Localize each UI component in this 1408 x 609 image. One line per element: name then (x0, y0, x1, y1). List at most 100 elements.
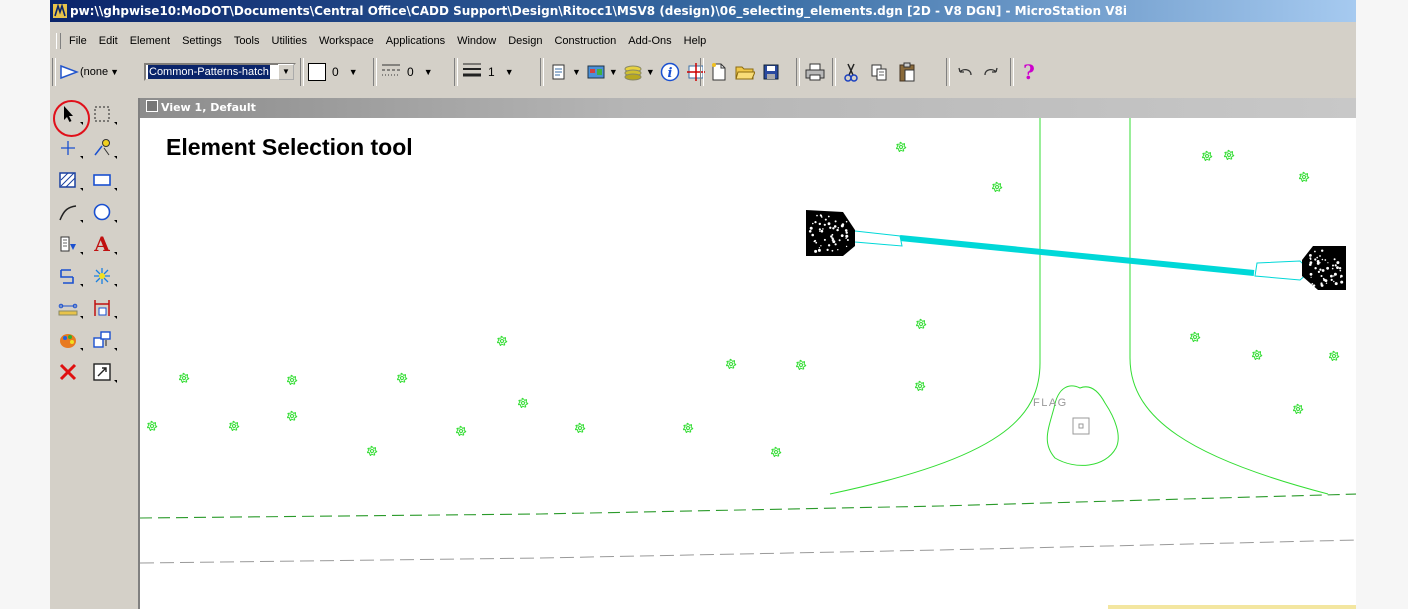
boulder-speck (834, 226, 837, 228)
menu-file[interactable]: File (68, 30, 88, 52)
symbology-icon[interactable] (55, 327, 83, 353)
menu-workspace[interactable]: Workspace (318, 30, 375, 52)
boulder-speck (1321, 258, 1324, 261)
print-icon[interactable] (804, 61, 826, 83)
measure-icon[interactable] (89, 135, 117, 161)
fence-icon[interactable] (89, 101, 117, 127)
paste-icon[interactable] (896, 61, 918, 83)
main-tool-palette: A (50, 93, 135, 609)
save-icon[interactable] (760, 61, 782, 83)
new-file-icon[interactable] (708, 61, 730, 83)
chevron-down-icon[interactable]: ▼ (609, 67, 618, 77)
boulder-speck (1338, 267, 1342, 270)
help-icon[interactable]: ? (1018, 60, 1040, 84)
menu-window[interactable]: Window (456, 30, 497, 52)
menu-applications[interactable]: Applications (385, 30, 446, 52)
microstation-app-icon (53, 3, 67, 18)
print-tools (804, 55, 826, 89)
area-pattern-combo[interactable]: Common-Patterns-hatch ▼ (144, 63, 296, 81)
boulder-speck (1314, 267, 1317, 270)
menu-edit[interactable]: Edit (98, 30, 119, 52)
toolbar-separator (300, 58, 304, 86)
toolbar-grip[interactable] (52, 58, 56, 86)
text-icon[interactable]: A (89, 231, 117, 257)
arc-icon[interactable] (55, 199, 83, 225)
references-icon[interactable] (585, 61, 607, 83)
line-style-control[interactable]: 0 ▼ (381, 55, 433, 89)
boulder-speck (814, 221, 817, 224)
boulder-speck (845, 234, 849, 238)
menu-construction[interactable]: Construction (553, 30, 617, 52)
align-icon[interactable] (89, 295, 117, 321)
plant-cell-icon (1252, 349, 1263, 361)
open-folder-icon[interactable] (734, 61, 756, 83)
boulder-speck (1327, 262, 1329, 264)
boulder-speck (1326, 266, 1329, 270)
boulder-speck (818, 222, 821, 226)
dimension-icon[interactable] (55, 295, 83, 321)
active-color-control[interactable]: 0 ▼ (308, 55, 358, 89)
file-tools (708, 55, 782, 89)
group-icon[interactable] (89, 327, 117, 353)
boulder-speck (846, 239, 849, 241)
boulder-speck (845, 245, 848, 248)
boulder-speck (811, 233, 814, 237)
levels-icon[interactable] (622, 61, 644, 83)
circle-icon[interactable] (89, 199, 117, 225)
chevron-down-icon[interactable]: ▼ (349, 67, 358, 77)
plant-cell-icon (147, 420, 158, 432)
menu-help[interactable]: Help (683, 30, 708, 52)
chevron-down-icon[interactable]: ▼ (278, 64, 294, 80)
chevron-down-icon[interactable]: ▼ (110, 67, 119, 77)
boulder-speck (812, 222, 814, 225)
cut-icon[interactable] (840, 61, 862, 83)
modify-icon[interactable] (55, 263, 83, 289)
place-line-icon[interactable] (55, 135, 83, 161)
menu-bar: File Edit Element Settings Tools Utilities Wor… (50, 30, 1356, 52)
new-element-icon[interactable] (548, 61, 570, 83)
boulder-speck (1324, 279, 1328, 282)
hatch-icon[interactable] (55, 167, 83, 193)
flag-label: FLAG (1033, 397, 1068, 409)
line-weight-value: 1 (488, 65, 495, 79)
detail-icon[interactable] (89, 263, 117, 289)
menu-tools[interactable]: Tools (233, 30, 261, 52)
active-level-control[interactable]: (none ▼ (58, 55, 119, 89)
plant-cell-icon (518, 397, 529, 409)
delete-icon[interactable] (55, 359, 81, 385)
undo-icon[interactable] (954, 61, 976, 83)
title-bar: pw:\\ghpwise10:MoDOT\Documents\Central O… (50, 0, 1356, 22)
chevron-down-icon[interactable]: ▼ (505, 67, 514, 77)
view-title-bar[interactable]: View 1, Default (140, 98, 1356, 118)
menu-add-ons[interactable]: Add-Ons (627, 30, 672, 52)
design-canvas[interactable]: FLAG Element Selection tool (140, 118, 1356, 609)
line-weight-control[interactable]: 1 ▼ (462, 55, 514, 89)
boulder-speck (817, 248, 821, 252)
menu-settings[interactable]: Settings (181, 30, 223, 52)
toolbar-separator (1010, 58, 1014, 86)
boulder-speck (809, 226, 813, 230)
redo-icon[interactable] (980, 61, 1002, 83)
line-style-value: 0 (407, 65, 414, 79)
boulder-speck (834, 220, 837, 223)
menu-grip[interactable] (56, 33, 61, 49)
info-icon[interactable]: i (659, 61, 681, 83)
cell-icon[interactable] (55, 231, 83, 257)
menu-design[interactable]: Design (507, 30, 543, 52)
menu-element[interactable]: Element (129, 30, 171, 52)
copy-icon[interactable] (868, 61, 890, 83)
rectangle-icon[interactable] (89, 167, 117, 193)
plant-cell-icon (575, 422, 586, 434)
chevron-down-icon[interactable]: ▼ (646, 67, 655, 77)
view-icon[interactable] (89, 359, 117, 385)
menu-utilities[interactable]: Utilities (271, 30, 308, 52)
plant-cells (147, 141, 1340, 458)
view-window: View 1, Default FLAG Element Selection t… (138, 98, 1356, 609)
element-selection-icon[interactable] (55, 101, 83, 127)
boulder-speck (1319, 268, 1322, 271)
scrollbar-strip[interactable] (1108, 605, 1356, 609)
chevron-down-icon[interactable]: ▼ (572, 67, 581, 77)
green-dashed-line (140, 493, 1356, 519)
view-menu-icon[interactable] (146, 100, 158, 112)
chevron-down-icon[interactable]: ▼ (424, 67, 433, 77)
